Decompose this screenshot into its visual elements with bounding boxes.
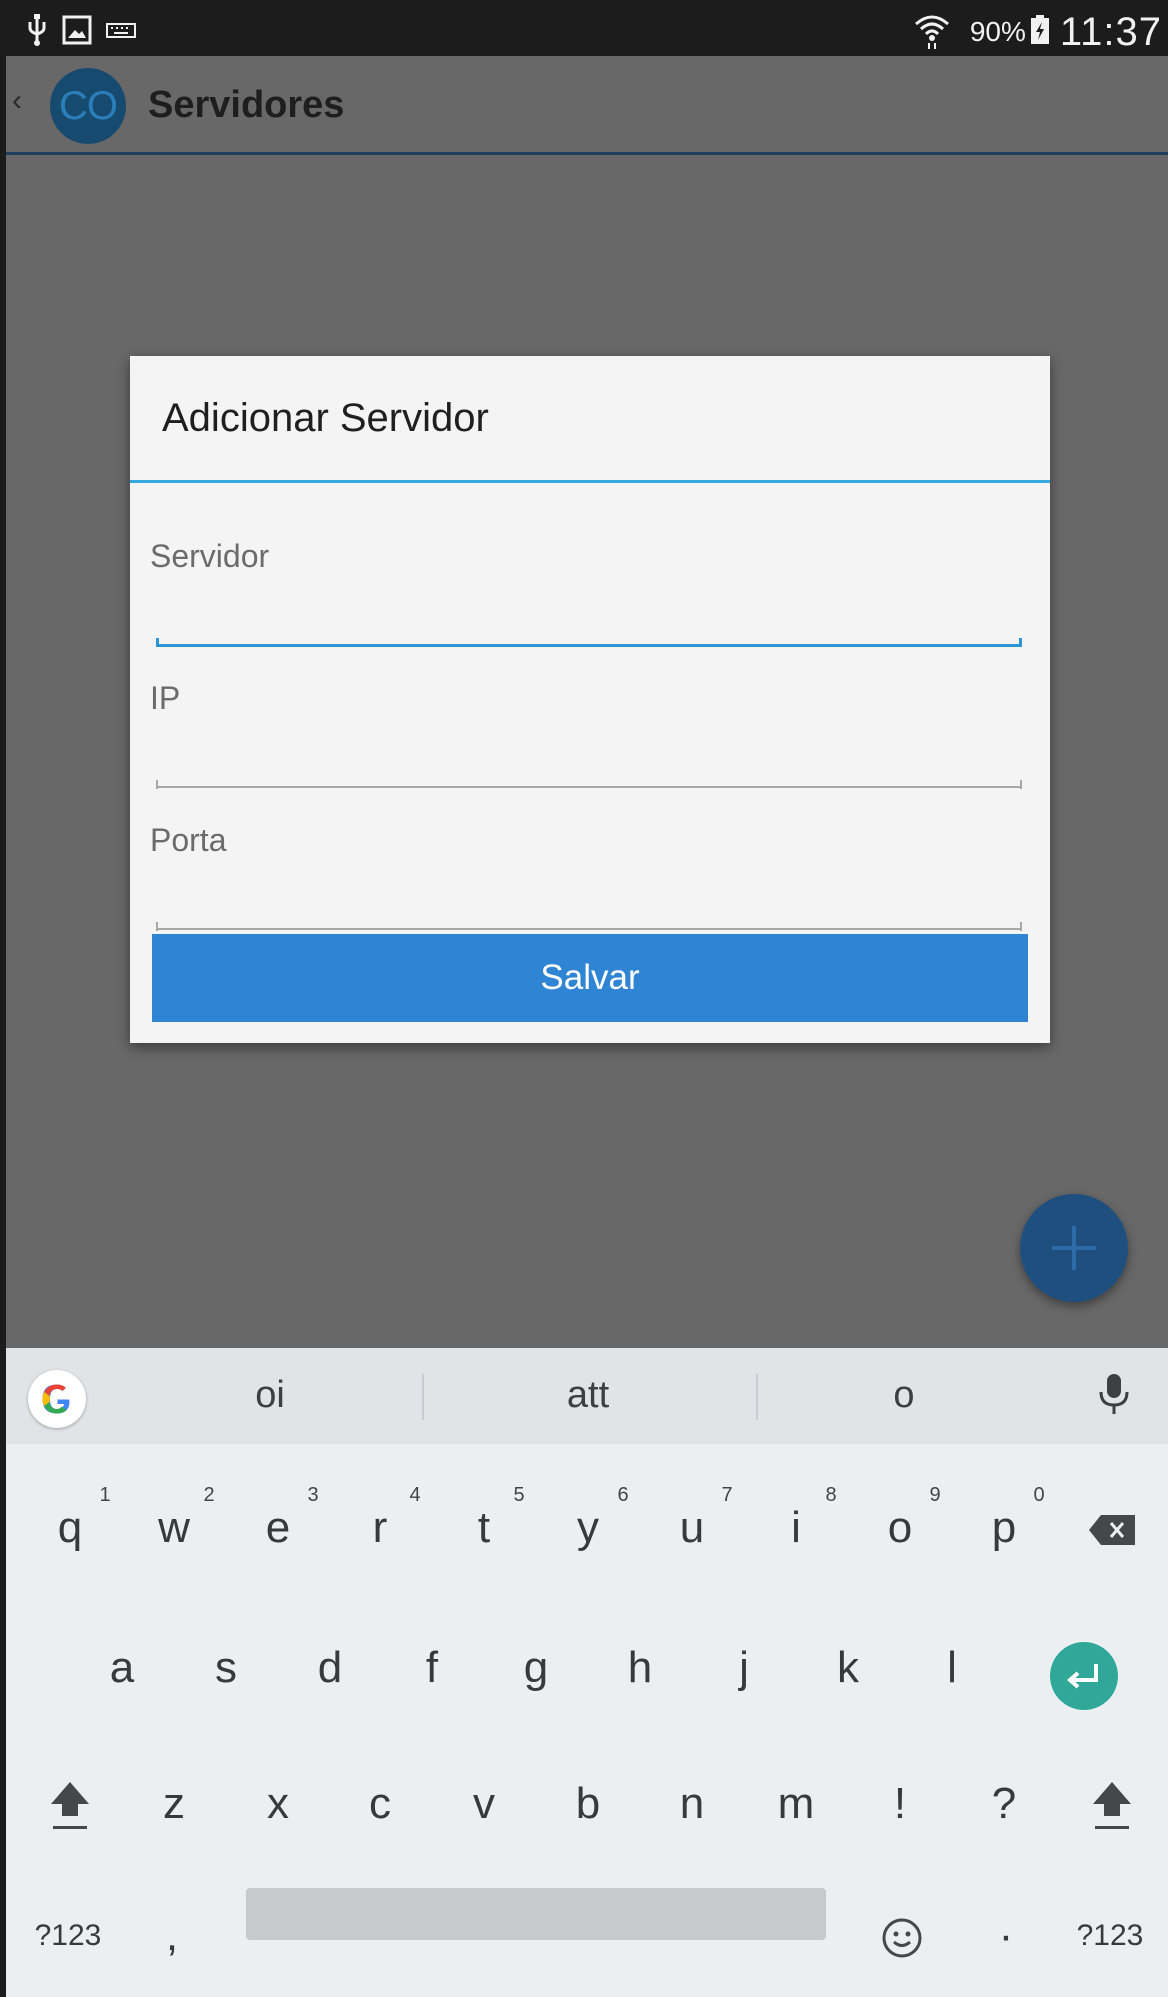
battery-percent: 90% bbox=[969, 16, 1026, 47]
status-bar: 90% 11:37 bbox=[6, 8, 1168, 56]
app-bar: ‹ CO Servidores bbox=[6, 56, 1168, 155]
key-f[interactable]: f bbox=[382, 1618, 482, 1718]
key-hint-6: 6 bbox=[617, 1484, 629, 1506]
key-z[interactable]: z bbox=[124, 1754, 224, 1854]
server-field-underline bbox=[156, 644, 1022, 647]
symbols-key-left[interactable]: ?123 bbox=[18, 1886, 118, 1986]
keyboard-icon bbox=[106, 21, 136, 44]
key-hint-5: 5 bbox=[513, 1484, 525, 1506]
port-field-tick-right bbox=[1020, 922, 1022, 931]
key-hint-3: 3 bbox=[307, 1484, 319, 1506]
dialog-divider bbox=[130, 480, 1050, 483]
dialog-title: Adicionar Servidor bbox=[162, 396, 489, 440]
symbols-key-right[interactable]: ?123 bbox=[1060, 1886, 1160, 1986]
app-logo: CO bbox=[50, 68, 126, 144]
suggestion-3[interactable]: o bbox=[893, 1374, 914, 1417]
key-g[interactable]: g bbox=[486, 1618, 586, 1718]
ip-field-tick-right bbox=[1020, 780, 1022, 789]
suggestion-1[interactable]: oi bbox=[255, 1374, 285, 1417]
key-hint-1: 1 bbox=[99, 1484, 111, 1506]
key-hint-9: 9 bbox=[929, 1484, 941, 1506]
key-b[interactable]: b bbox=[538, 1754, 638, 1854]
smiley-icon bbox=[881, 1911, 923, 1960]
key-x[interactable]: x bbox=[228, 1754, 328, 1854]
port-field-underline bbox=[156, 928, 1022, 930]
ip-field[interactable] bbox=[156, 720, 1026, 762]
add-server-dialog: Adicionar Servidor Servidor IP Porta Sal… bbox=[130, 356, 1050, 1043]
key-hint-7: 7 bbox=[721, 1484, 733, 1506]
key-n[interactable]: n bbox=[642, 1754, 742, 1854]
usb-icon bbox=[26, 13, 48, 51]
enter-key[interactable] bbox=[1050, 1642, 1118, 1710]
suggestion-2[interactable]: att bbox=[567, 1374, 609, 1417]
port-field-label: Porta bbox=[150, 822, 227, 858]
back-chevron-icon[interactable]: ‹ bbox=[12, 84, 22, 118]
suggestion-strip: oi att o bbox=[6, 1348, 1168, 1444]
ip-field-label: IP bbox=[150, 680, 181, 716]
key-v[interactable]: v bbox=[434, 1754, 534, 1854]
key-hint-0: 0 bbox=[1033, 1484, 1045, 1506]
key-h[interactable]: h bbox=[590, 1618, 690, 1718]
suggestion-divider bbox=[422, 1374, 424, 1420]
port-field[interactable] bbox=[156, 862, 1026, 904]
add-server-fab[interactable] bbox=[1020, 1194, 1128, 1302]
key-exclamation[interactable]: ! bbox=[850, 1754, 950, 1854]
port-field-tick-left bbox=[156, 922, 158, 931]
image-icon bbox=[62, 15, 92, 50]
device-screen: 90% 11:37 ‹ CO Servidores Adicionar Serv… bbox=[6, 8, 1168, 1997]
key-k[interactable]: k bbox=[798, 1618, 898, 1718]
server-field-tick-right bbox=[1019, 638, 1022, 647]
google-g-icon[interactable] bbox=[28, 1370, 86, 1428]
wifi-icon bbox=[912, 10, 952, 55]
server-field-label: Servidor bbox=[150, 538, 270, 574]
key-d[interactable]: d bbox=[280, 1618, 380, 1718]
backspace-key[interactable] bbox=[1062, 1478, 1162, 1578]
clock: 11:37 bbox=[1059, 9, 1162, 54]
key-question[interactable]: ? bbox=[954, 1754, 1054, 1854]
space-bar[interactable] bbox=[246, 1888, 826, 1940]
key-period[interactable]: · bbox=[956, 1886, 1056, 1986]
key-hint-4: 4 bbox=[409, 1484, 421, 1506]
suggestion-divider bbox=[756, 1374, 758, 1420]
key-c[interactable]: c bbox=[330, 1754, 430, 1854]
page-title: Servidores bbox=[148, 84, 345, 126]
soft-keyboard: oi att o q w e r t y u i o p 1 2 3 4 5 6… bbox=[6, 1348, 1168, 1997]
shift-icon bbox=[1089, 1779, 1135, 1830]
battery-icon bbox=[1030, 14, 1050, 50]
microphone-icon[interactable] bbox=[1094, 1372, 1134, 1423]
key-hint-8: 8 bbox=[825, 1484, 837, 1506]
plus-icon bbox=[1020, 1226, 1128, 1306]
ip-field-underline bbox=[156, 786, 1022, 788]
server-name-field[interactable] bbox=[156, 578, 1026, 620]
shift-key-left[interactable] bbox=[20, 1754, 120, 1854]
emoji-key[interactable] bbox=[852, 1886, 952, 1986]
key-s[interactable]: s bbox=[176, 1618, 276, 1718]
key-j[interactable]: j bbox=[694, 1618, 794, 1718]
shift-icon bbox=[47, 1779, 93, 1830]
shift-key-right[interactable] bbox=[1062, 1754, 1162, 1854]
key-l[interactable]: l bbox=[902, 1618, 1002, 1718]
key-hint-2: 2 bbox=[203, 1484, 215, 1506]
key-comma[interactable]: , bbox=[122, 1886, 222, 1986]
enter-arrow-icon bbox=[1050, 1664, 1118, 1714]
key-m[interactable]: m bbox=[746, 1754, 846, 1854]
key-a[interactable]: a bbox=[72, 1618, 172, 1718]
ip-field-tick-left bbox=[156, 780, 158, 789]
save-button[interactable]: Salvar bbox=[152, 934, 1028, 1022]
server-field-tick-left bbox=[156, 638, 159, 647]
backspace-icon bbox=[1087, 1503, 1137, 1552]
